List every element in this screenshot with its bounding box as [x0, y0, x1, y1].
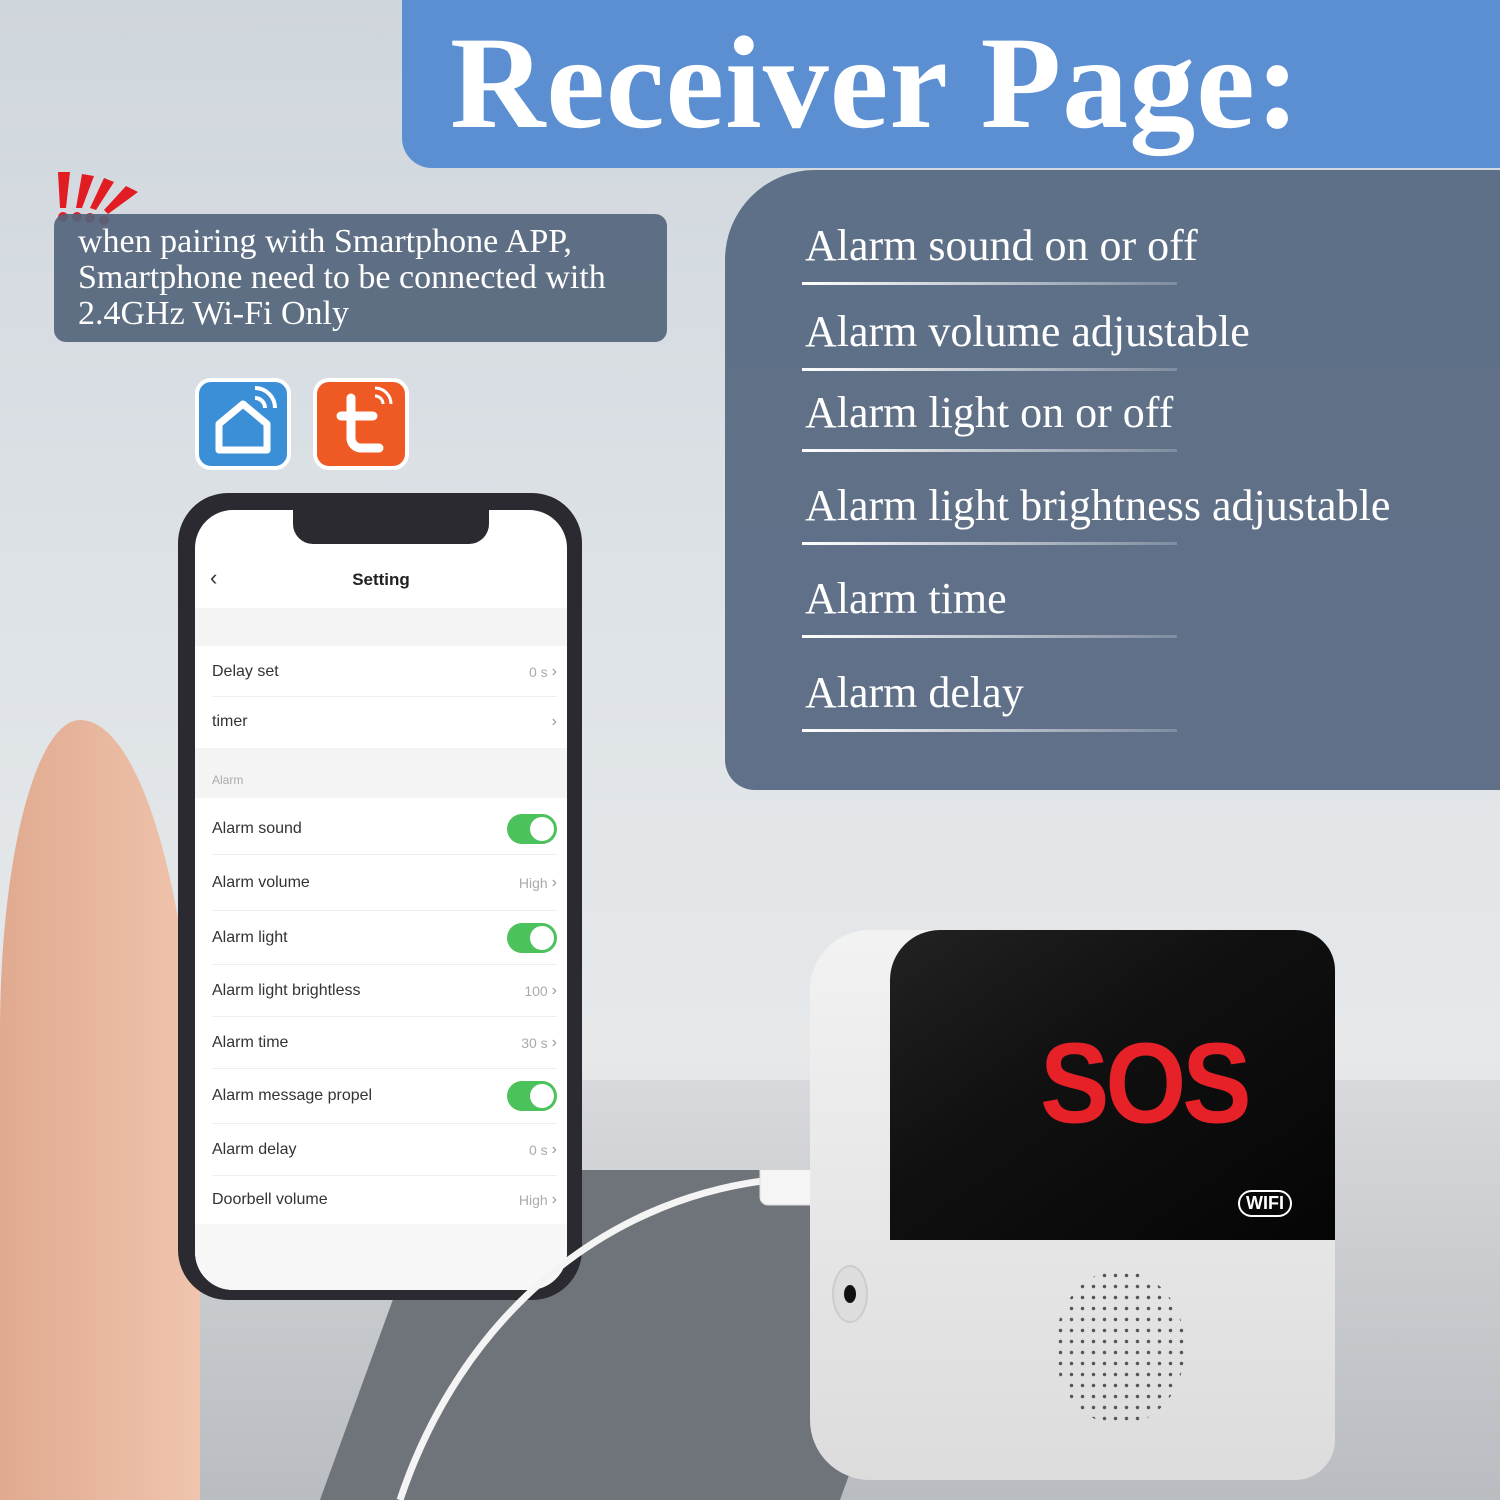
row-label: Alarm volume — [212, 874, 310, 891]
setting-row-alarm-time[interactable]: Alarm time 30 s › — [212, 1017, 557, 1069]
setting-row-alarm-sound[interactable]: Alarm sound — [212, 803, 557, 855]
feature-item: Alarm sound on or off — [802, 220, 1495, 285]
usb-cable — [396, 1170, 860, 1500]
chevron-right-icon: › — [551, 662, 557, 680]
page-title: Receiver Page: — [450, 9, 1301, 156]
feature-item: Alarm delay — [802, 667, 1495, 732]
setting-row-alarm-volume[interactable]: Alarm volume High › — [212, 856, 557, 911]
speaker-grille — [1055, 1270, 1185, 1425]
section-label: Alarm — [212, 773, 244, 787]
screen-title: Setting — [352, 570, 410, 589]
row-label: Delay set — [212, 662, 279, 680]
setting-row-timer[interactable]: timer › — [212, 697, 557, 747]
sos-display-text: SOS — [1040, 1020, 1252, 1148]
power-jack — [832, 1265, 868, 1323]
chevron-right-icon: › — [551, 981, 557, 999]
row-label: Alarm light — [212, 928, 288, 946]
section-spacer — [195, 608, 567, 646]
setting-row-alarm-delay[interactable]: Alarm delay 0 s › — [212, 1124, 557, 1176]
smart-home-app-icon — [195, 378, 291, 470]
hand — [0, 720, 200, 1500]
row-value: High — [518, 875, 548, 891]
feature-item: Alarm light brightness adjustable — [802, 480, 1495, 545]
setting-row-delay-set[interactable]: Delay set 0 s › — [212, 647, 557, 697]
chevron-right-icon: › — [551, 1140, 557, 1158]
row-value: 100 — [524, 982, 548, 999]
device-display: SOS WIFI — [890, 930, 1335, 1240]
toggle-switch[interactable] — [507, 813, 557, 844]
toggle-switch[interactable] — [507, 922, 557, 953]
row-value: 0 s — [528, 663, 548, 680]
chevron-right-icon: › — [551, 713, 557, 730]
title-banner: Receiver Page: — [402, 0, 1500, 168]
chevron-right-icon: › — [551, 1033, 557, 1051]
feature-panel: Alarm sound on or off Alarm volume adjus… — [725, 170, 1500, 790]
wifi-badge: WIFI — [1238, 1190, 1292, 1217]
row-label: Alarm sound — [212, 819, 302, 837]
feature-item: Alarm volume adjustable — [802, 306, 1495, 371]
wifi-note: when pairing with Smartphone APP, Smartp… — [54, 214, 667, 342]
feature-item: Alarm time — [802, 573, 1495, 638]
row-label: timer — [212, 713, 248, 730]
sos-receiver-device: SOS WIFI — [810, 930, 1335, 1480]
row-value: 0 s — [528, 1141, 548, 1158]
setting-row-alarm-light[interactable]: Alarm light — [212, 911, 557, 965]
setting-row-alarm-message-propel[interactable]: Alarm message propel — [212, 1069, 557, 1124]
phone-notch — [293, 510, 489, 544]
row-label: Alarm light brightless — [212, 981, 361, 999]
row-label: Alarm delay — [212, 1140, 297, 1158]
tuya-app-icon — [313, 378, 409, 470]
row-value: 30 s — [521, 1034, 548, 1051]
feature-item: Alarm light on or off — [802, 387, 1495, 452]
row-label: Alarm message propel — [212, 1087, 373, 1104]
row-label: Alarm time — [212, 1033, 289, 1051]
toggle-switch[interactable] — [507, 1081, 557, 1111]
chevron-right-icon: › — [551, 874, 557, 891]
setting-row-alarm-light-brightness[interactable]: Alarm light brightless 100 › — [212, 965, 557, 1017]
section-header: Alarm — [195, 748, 567, 798]
